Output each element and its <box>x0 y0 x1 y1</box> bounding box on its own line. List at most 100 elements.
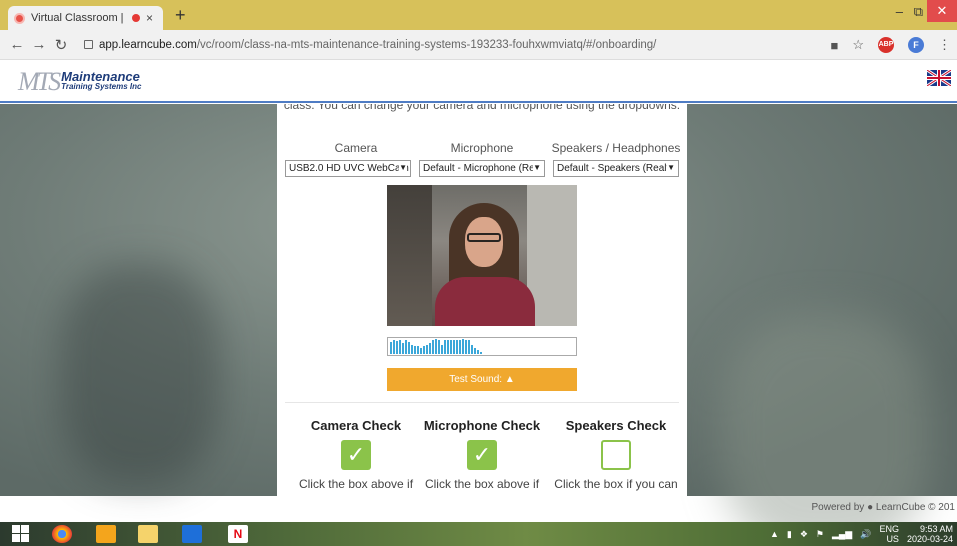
microphone-check-checkbox[interactable]: ✓ <box>467 440 497 470</box>
mic-level-bar <box>399 340 401 354</box>
mic-level-bar <box>390 342 392 354</box>
logo-sub-text: Training Systems Inc <box>61 82 142 91</box>
uk-flag-icon[interactable] <box>927 70 951 86</box>
intro-text: class. You can change your camera and mi… <box>283 104 681 112</box>
tab-close-button[interactable]: × <box>146 11 153 25</box>
url-host: app.learncube.com <box>99 38 197 51</box>
camera-check-title: Camera Check <box>310 418 402 433</box>
speakers-check-checkbox[interactable] <box>601 440 631 470</box>
browser-toolbar: ← → ↻ app.learncube.com/vc/room/class-na… <box>0 30 957 60</box>
minimize-icon[interactable]: – <box>896 4 903 19</box>
sound-warning-icon: ▲ <box>504 374 515 385</box>
mic-level-bar <box>396 341 398 354</box>
speakers-select[interactable]: Default - Speakers (Realte ▼ <box>553 160 679 177</box>
reload-icon[interactable]: ↻ <box>50 36 72 54</box>
camera-preview <box>387 185 577 326</box>
netflix-app-icon[interactable]: N <box>228 525 248 543</box>
speakers-check-hint: Click the box if you can <box>554 477 678 491</box>
recording-icon <box>132 14 140 22</box>
powered-by-text[interactable]: Powered by ● LearnCube © 201 <box>812 502 956 513</box>
region-label: US <box>886 534 899 544</box>
windows-taskbar: N ▲ ▮ ❖ ⚑ ▂▄▆ 🔊 ENG US 9:53 AM 2020-03-2… <box>0 522 957 546</box>
mts-logo: MTS Maintenance Training Systems Inc <box>18 67 142 96</box>
microphone-label: Microphone <box>450 141 514 155</box>
clock[interactable]: 9:53 AM 2020-03-24 <box>907 524 953 544</box>
outlook-app-icon[interactable] <box>96 525 116 543</box>
forward-icon[interactable]: → <box>28 36 50 53</box>
volume-icon[interactable]: 🔊 <box>860 529 871 540</box>
mic-level-bar <box>432 340 434 354</box>
clock-date: 2020-03-24 <box>906 534 953 544</box>
divider <box>285 402 679 403</box>
mic-level-bar <box>426 345 428 354</box>
camera-select[interactable]: USB2.0 HD UVC WebCam ▼ <box>285 160 411 177</box>
language-label: ENG <box>879 524 899 534</box>
address-bar[interactable]: app.learncube.com/vc/room/class-na-mts-m… <box>84 33 824 56</box>
adblock-plus-icon[interactable]: ABP <box>878 37 894 53</box>
mic-level-bar <box>480 352 482 354</box>
mic-level-bar <box>420 348 422 354</box>
mic-level-bar <box>447 340 449 354</box>
mic-level-bar <box>435 339 437 354</box>
file-explorer-icon[interactable] <box>138 525 158 543</box>
battery-icon[interactable]: ▮ <box>787 529 792 540</box>
camera-check-checkbox[interactable]: ✓ <box>341 440 371 470</box>
maximize-icon[interactable]: ⧉ <box>914 4 923 20</box>
mic-level-bar <box>462 339 464 354</box>
speakers-check-title: Speakers Check <box>565 418 667 433</box>
mic-level-bar <box>393 340 395 354</box>
speakers-label: Speakers / Headphones <box>551 141 681 155</box>
lock-icon <box>84 40 93 49</box>
camera-in-use-icon[interactable]: ■ <box>830 38 838 53</box>
profile-avatar[interactable]: F <box>908 37 924 53</box>
mic-level-bar <box>459 340 461 354</box>
mic-level-bar <box>468 340 470 354</box>
flag-tray-icon[interactable]: ⚑ <box>816 529 824 540</box>
site-header: MTS Maintenance Training Systems Inc <box>0 60 957 103</box>
speakers-select-value: Default - Speakers (Realte <box>557 163 675 174</box>
checkmark-icon: ✓ <box>472 442 492 467</box>
new-tab-button[interactable]: + <box>175 6 186 24</box>
mic-level-bar <box>408 342 410 354</box>
mic-level-bar <box>474 348 476 354</box>
dropbox-tray-icon[interactable]: ❖ <box>800 529 808 540</box>
learncube-favicon-icon <box>14 12 25 24</box>
microphone-select[interactable]: Default - Microphone (Rea ▼ <box>419 160 545 177</box>
mic-level-bar <box>402 343 404 354</box>
mic-level-bar <box>405 340 407 354</box>
dropdown-arrow-icon: ▼ <box>667 163 675 172</box>
test-sound-button[interactable]: Test Sound: ▲ <box>387 368 577 391</box>
tray-up-arrow-icon[interactable]: ▲ <box>770 529 779 539</box>
mic-level-bar <box>441 345 443 354</box>
menu-kebab-icon[interactable]: ⋮ <box>938 37 951 53</box>
browser-tab[interactable]: Virtual Classroom | LearnCub × <box>8 6 163 30</box>
microphone-level-meter <box>387 337 577 356</box>
system-tray: ▲ ▮ ❖ ⚑ ▂▄▆ 🔊 ENG US 9:53 AM 2020-03-24 <box>770 524 953 544</box>
chrome-app-icon[interactable] <box>52 525 72 543</box>
network-icon[interactable]: ▂▄▆ <box>832 529 852 540</box>
windows-start-icon[interactable] <box>12 525 29 542</box>
camera-check-hint: Click the box above if <box>298 477 414 491</box>
tab-title: Virtual Classroom | LearnCub <box>31 12 126 24</box>
mic-level-bar <box>465 340 467 354</box>
mic-level-bar <box>444 340 446 354</box>
back-icon[interactable]: ← <box>6 36 28 53</box>
camera-select-value: USB2.0 HD UVC WebCam <box>289 163 409 174</box>
dropbox-app-icon[interactable] <box>182 525 202 543</box>
mic-level-bar <box>411 345 413 354</box>
language-indicator[interactable]: ENG US <box>879 524 899 544</box>
close-window-icon[interactable]: ✕ <box>927 0 957 22</box>
mic-level-bar <box>453 340 455 354</box>
mic-level-bar <box>438 340 440 354</box>
camera-label: Camera <box>334 141 378 155</box>
logo-main-text: Maintenance <box>61 69 140 84</box>
onboarding-panel: class. You can change your camera and mi… <box>277 104 687 496</box>
logo-mark: MTS <box>18 67 61 96</box>
test-sound-label: Test Sound: <box>449 374 503 385</box>
mic-level-bar <box>471 345 473 354</box>
bookmark-star-icon[interactable]: ☆ <box>852 37 864 53</box>
microphone-select-value: Default - Microphone (Rea <box>423 163 541 174</box>
browser-tab-strip: Virtual Classroom | LearnCub × + – ⧉ ✕ <box>0 0 957 30</box>
checkmark-icon: ✓ <box>346 442 366 467</box>
microphone-check-title: Microphone Check <box>423 418 541 433</box>
